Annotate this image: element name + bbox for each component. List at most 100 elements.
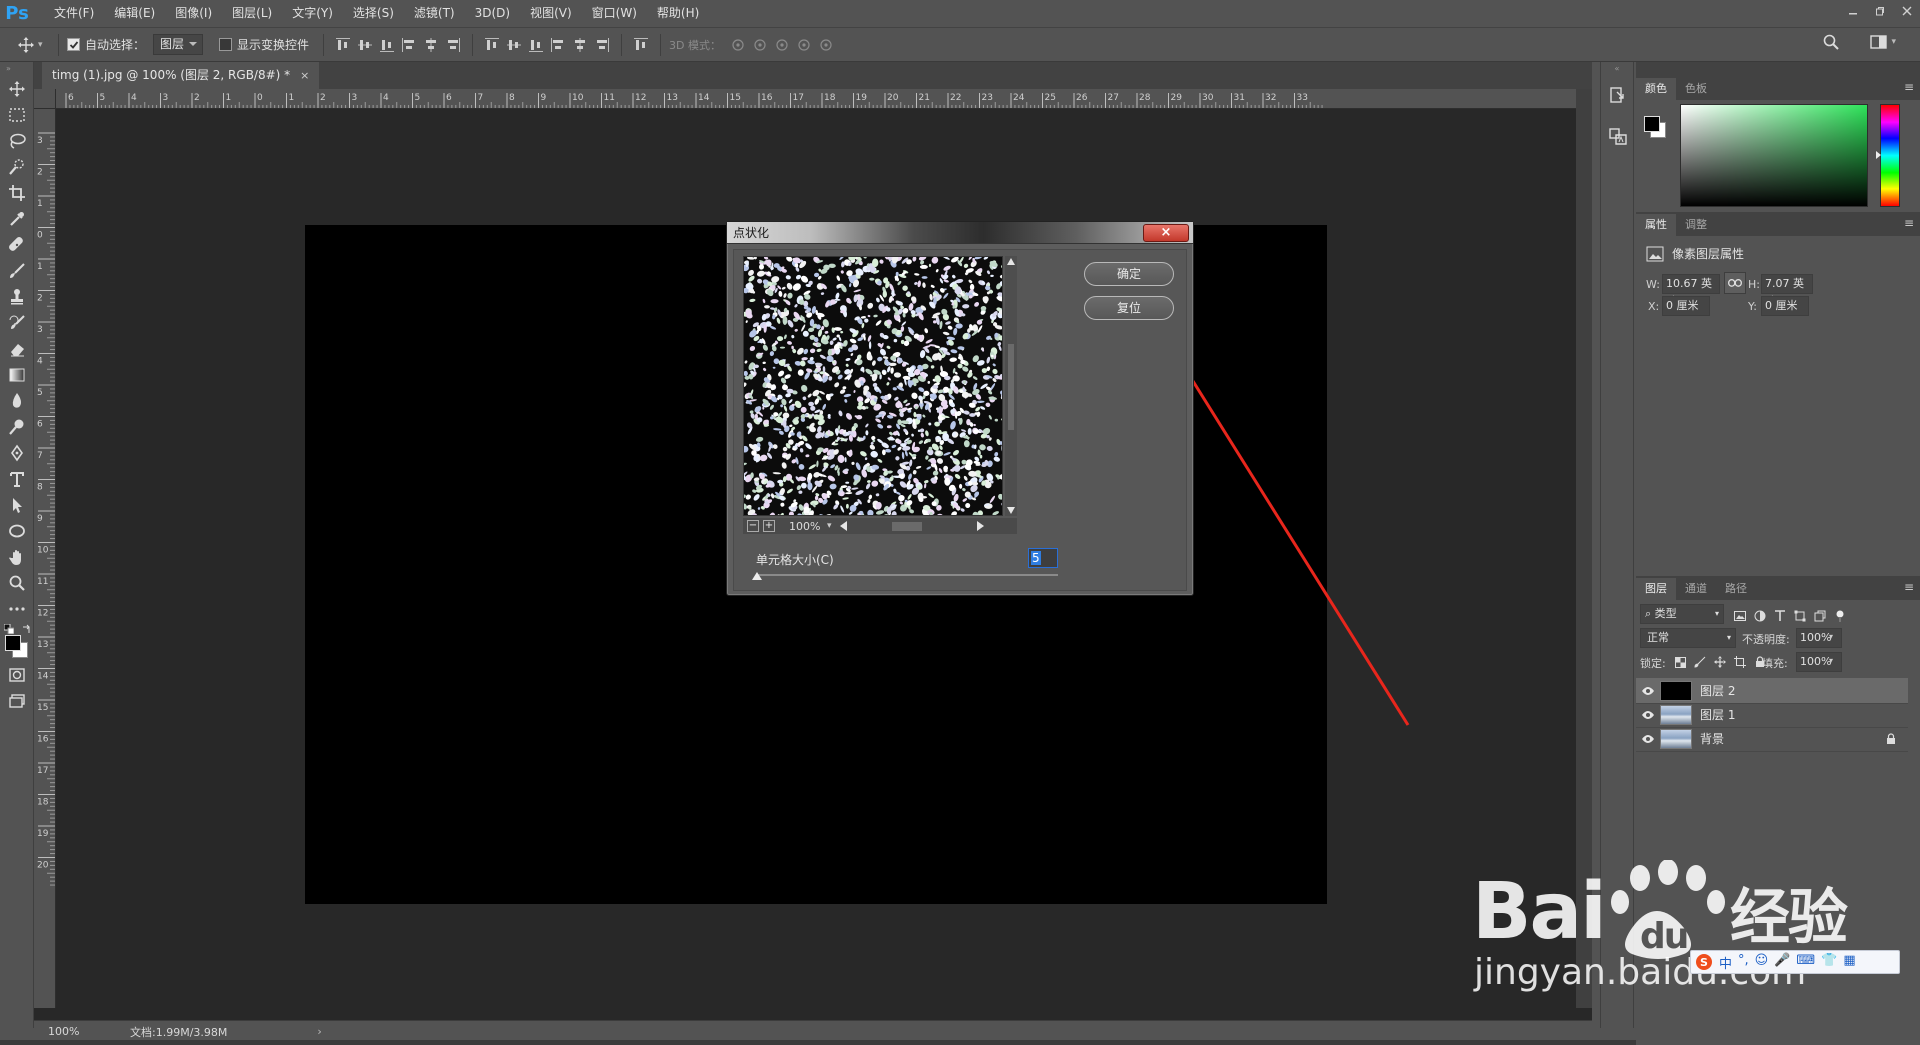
menu-item-8[interactable]: 视图(V) xyxy=(520,0,582,27)
menu-item-7[interactable]: 3D(D) xyxy=(465,0,520,27)
auto-align-icon[interactable] xyxy=(630,34,652,56)
preview-zoom-out-button[interactable]: − xyxy=(747,520,759,532)
y-field[interactable]: 0 厘米 xyxy=(1761,296,1809,316)
ime-item-3[interactable]: 🎤 xyxy=(1774,953,1790,972)
type-tool[interactable] xyxy=(0,466,34,492)
panels-top-collapse[interactable] xyxy=(1636,62,1920,76)
crop-tool[interactable] xyxy=(0,180,34,206)
filter-adjustment-icon[interactable] xyxy=(1750,606,1770,626)
preview-horizontal-scrollbar[interactable] xyxy=(838,519,988,533)
vertical-ruler[interactable]: 3 2 1 0 1 2 3 4 5 6 7 8 9 10 11 12 13 14 15 16 17 18 19 20 xyxy=(34,109,56,1008)
show-transform-checkbox[interactable] xyxy=(219,38,233,51)
layers_panel-tab-1[interactable]: 通道 xyxy=(1676,578,1716,600)
history-brush-tool[interactable] xyxy=(0,310,34,336)
dialog-title-bar[interactable]: 点状化 xyxy=(727,222,1193,244)
layers-panel-menu-icon[interactable]: ≡ xyxy=(1904,580,1914,594)
opacity-field[interactable]: 100% xyxy=(1796,628,1842,648)
preview-zoom-value[interactable]: 100% xyxy=(789,520,827,533)
ime-item-4[interactable]: ⌨ xyxy=(1796,953,1815,972)
fill-dropdown-icon[interactable]: ▾ xyxy=(1829,656,1833,665)
layer-filter-dropdown[interactable]: ⌕ 类型 ▾ xyxy=(1640,604,1724,624)
default-colors-icon[interactable] xyxy=(4,624,14,634)
ellipse-tool[interactable] xyxy=(0,518,34,544)
document-tab[interactable]: timg (1).jpg @ 100% (图层 2, RGB/8#) * × xyxy=(42,62,320,89)
minimize-icon[interactable] xyxy=(1839,0,1866,22)
distribute-top-icon[interactable] xyxy=(481,34,503,56)
link-dimensions-button[interactable] xyxy=(1724,272,1746,294)
lock-transparent-icon[interactable] xyxy=(1670,652,1690,672)
cell-size-slider[interactable] xyxy=(756,574,1058,576)
foreground-color-swatch[interactable] xyxy=(5,635,21,651)
strip-collapse-icon[interactable]: « xyxy=(1601,62,1633,76)
menu-item-6[interactable]: 滤镜(T) xyxy=(404,0,465,27)
history-panel-icon[interactable] xyxy=(1601,76,1635,116)
restore-icon[interactable] xyxy=(1866,0,1893,22)
layer-visibility-eye-icon[interactable] xyxy=(1636,710,1660,720)
filter-smart-object-icon[interactable] xyxy=(1810,606,1830,626)
tool-preset-dropdown-icon[interactable]: ▾ xyxy=(38,40,50,50)
layer-lock-icon[interactable] xyxy=(1886,732,1896,745)
x-field[interactable]: 0 厘米 xyxy=(1662,296,1710,316)
opacity-dropdown-icon[interactable]: ▾ xyxy=(1829,632,1833,641)
height-field[interactable]: 7.07 英寸 xyxy=(1761,274,1813,308)
zoom-tool[interactable] xyxy=(0,570,34,596)
pen-tool[interactable] xyxy=(0,440,34,466)
filter-preview[interactable] xyxy=(743,256,1003,516)
workspace-switcher[interactable]: ▾ xyxy=(1870,34,1896,50)
marquee-tool[interactable] xyxy=(0,102,34,128)
filter-type-icon[interactable] xyxy=(1770,606,1790,626)
quick-select-tool[interactable] xyxy=(0,154,34,180)
menu-item-0[interactable]: 文件(F) xyxy=(44,0,104,27)
properties-panel-menu-icon[interactable]: ≡ xyxy=(1904,216,1914,230)
status-menu-arrow-icon[interactable]: › xyxy=(317,1025,321,1038)
align-right-icon[interactable] xyxy=(442,34,464,56)
lock-artboard-icon[interactable] xyxy=(1730,652,1750,672)
path-select-tool[interactable] xyxy=(0,492,34,518)
preview-zoom-in-button[interactable]: + xyxy=(763,520,775,532)
menu-item-1[interactable]: 编辑(E) xyxy=(104,0,165,27)
menu-item-5[interactable]: 选择(S) xyxy=(343,0,404,27)
blur-tool[interactable] xyxy=(0,388,34,414)
character-panel-icon[interactable] xyxy=(1601,116,1635,156)
filter-pixel-icon[interactable] xyxy=(1730,606,1750,626)
color-panel-fg-swatch[interactable] xyxy=(1644,116,1660,132)
properties_panel-tab-0[interactable]: 属性 xyxy=(1636,214,1676,236)
color_panel-tab-0[interactable]: 颜色 xyxy=(1636,78,1676,100)
lasso-tool[interactable] xyxy=(0,128,34,154)
distribute-left-icon[interactable] xyxy=(547,34,569,56)
layer-row[interactable]: 图层 2 xyxy=(1636,678,1908,704)
ime-item-2[interactable]: ☺ xyxy=(1755,953,1769,972)
layers_panel-tab-2[interactable]: 路径 xyxy=(1716,578,1756,600)
menu-item-2[interactable]: 图像(I) xyxy=(165,0,222,27)
width-field[interactable]: 10.67 英寸 xyxy=(1662,274,1720,308)
brush-tool[interactable] xyxy=(0,258,34,284)
dodge-tool[interactable] xyxy=(0,414,34,440)
fill-field[interactable]: 100% xyxy=(1796,652,1842,672)
menu-item-3[interactable]: 图层(L) xyxy=(222,0,282,27)
layer-row[interactable]: 背景 xyxy=(1636,726,1908,752)
layer-visibility-eye-icon[interactable] xyxy=(1636,734,1660,744)
properties_panel-tab-1[interactable]: 调整 xyxy=(1676,214,1716,236)
color_panel-tab-1[interactable]: 色板 xyxy=(1676,78,1716,100)
distribute-vcenter-icon[interactable] xyxy=(503,34,525,56)
distribute-hcenter-icon[interactable] xyxy=(569,34,591,56)
align-top-icon[interactable] xyxy=(332,34,354,56)
ok-button[interactable]: 确定 xyxy=(1084,262,1174,286)
preview-zoom-dropdown-icon[interactable]: ▾ xyxy=(827,521,832,531)
preview-vertical-scrollbar[interactable] xyxy=(1005,256,1017,516)
ime-item-1[interactable]: °, xyxy=(1738,953,1749,972)
lock-pixels-icon[interactable] xyxy=(1690,652,1710,672)
move-tool[interactable] xyxy=(0,76,34,102)
distribute-right-icon[interactable] xyxy=(591,34,613,56)
menu-item-10[interactable]: 帮助(H) xyxy=(647,0,709,27)
color-panel-menu-icon[interactable]: ≡ xyxy=(1904,80,1914,94)
zoom-level[interactable]: 100% xyxy=(48,1025,108,1038)
gradient-tool[interactable] xyxy=(0,362,34,388)
scale-3d-icon[interactable] xyxy=(815,34,837,56)
pan-3d-icon[interactable] xyxy=(771,34,793,56)
align-vcenter-icon[interactable] xyxy=(354,34,376,56)
hue-slider-thumb[interactable] xyxy=(1876,151,1881,159)
screen-mode-tool[interactable] xyxy=(0,688,34,714)
align-left-icon[interactable] xyxy=(398,34,420,56)
horizontal-ruler[interactable]: 6 5 4 3 2 1 0 1 2 3 4 5 6 7 8 9 10 11 12 13 14 15 16 17 18 19 20 21… xyxy=(56,89,1576,109)
